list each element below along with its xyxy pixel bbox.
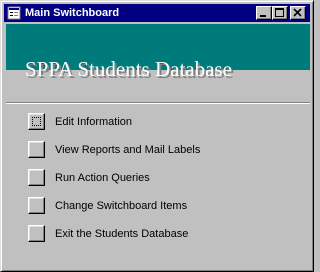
- run-action-queries-button[interactable]: [28, 169, 45, 186]
- view-reports-button[interactable]: [28, 141, 45, 158]
- change-switchboard-button[interactable]: [28, 197, 45, 214]
- switchboard-body: SPPA Students Database Edit Information …: [6, 24, 310, 268]
- switchboard-window: Main Switchboard SPPA Students Database …: [0, 0, 314, 272]
- window-title: Main Switchboard: [25, 7, 120, 19]
- close-icon: [293, 8, 302, 17]
- menu-item-label[interactable]: Change Switchboard Items: [55, 199, 187, 213]
- menu-item-exit-database[interactable]: Exit the Students Database: [28, 225, 288, 245]
- minimize-icon: [260, 15, 266, 17]
- edit-information-button[interactable]: [28, 113, 45, 130]
- maximize-button[interactable]: [272, 6, 288, 20]
- close-button[interactable]: [290, 6, 306, 20]
- menu-item-edit-information[interactable]: Edit Information: [28, 113, 288, 133]
- title-bar[interactable]: Main Switchboard: [4, 4, 310, 22]
- menu-item-label[interactable]: View Reports and Mail Labels: [55, 143, 200, 157]
- menu-item-run-action-queries[interactable]: Run Action Queries: [28, 169, 288, 189]
- menu-item-view-reports[interactable]: View Reports and Mail Labels: [28, 141, 288, 161]
- menu-item-label[interactable]: Exit the Students Database: [55, 227, 188, 241]
- maximize-icon: [275, 8, 284, 17]
- form-icon[interactable]: [7, 6, 21, 20]
- database-title: SPPA Students Database: [25, 57, 232, 81]
- menu-item-label[interactable]: Edit Information: [55, 115, 132, 129]
- menu-item-change-switchboard[interactable]: Change Switchboard Items: [28, 197, 288, 217]
- exit-database-button[interactable]: [28, 225, 45, 242]
- minimize-button[interactable]: [256, 6, 272, 20]
- divider: [6, 102, 310, 104]
- menu-item-label[interactable]: Run Action Queries: [55, 171, 150, 185]
